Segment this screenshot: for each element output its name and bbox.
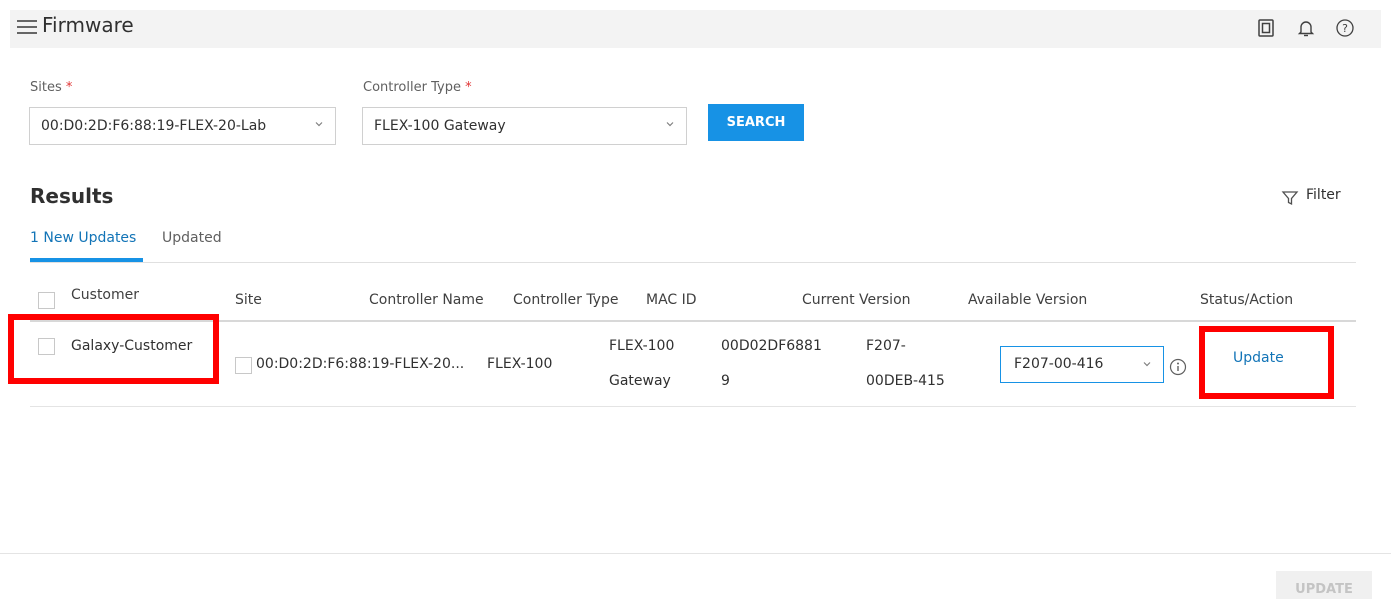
sites-label: Sites * [30,80,72,95]
site-checkbox[interactable] [235,357,252,374]
column-header-status-action[interactable]: Status/Action [1200,292,1293,308]
page-title: Firmware [42,13,134,37]
search-button[interactable]: SEARCH [708,104,804,141]
header: Firmware ? [10,10,1381,48]
tab-divider [30,262,1356,263]
cell-site: 00:D0:2D:F6:88:19-FLEX-20... [256,356,465,372]
required-mark: * [65,80,73,95]
cell-mac-line2: 9 [721,373,730,389]
tablet-icon[interactable] [1256,18,1276,38]
cell-current-version-line2: 00DEB-415 [866,373,945,389]
chevron-down-icon [1143,362,1151,367]
column-header-available-version[interactable]: Available Version [968,292,1087,308]
menu-icon[interactable] [17,20,37,34]
update-button[interactable]: UPDATE [1276,571,1372,599]
chevron-down-icon [666,122,674,127]
controller-type-select-value: FLEX-100 Gateway [374,118,506,134]
column-header-customer[interactable]: Customer [71,287,139,303]
footer-divider [0,553,1391,554]
cell-controller-name: FLEX-100 [487,356,553,372]
column-header-site[interactable]: Site [235,292,262,308]
column-header-controller-type[interactable]: Controller Type [513,292,618,308]
available-version-select[interactable]: F207-00-416 [1000,346,1164,383]
column-header-controller-name[interactable]: Controller Name [369,292,484,308]
tab-new-updates[interactable]: 1 New Updates [30,230,136,246]
bell-icon[interactable] [1296,18,1316,38]
highlight-box-update [1199,326,1334,399]
controller-type-label: Controller Type * [363,80,472,95]
top-bar: Firmware ? [0,0,1391,63]
column-header-mac-id[interactable]: MAC ID [646,292,697,308]
info-icon[interactable] [1169,358,1187,376]
tab-updated[interactable]: Updated [162,230,222,246]
sites-select-value: 00:D0:2D:F6:88:19-FLEX-20-Lab [41,118,267,134]
help-icon[interactable]: ? [1335,18,1355,38]
cell-controller-type-line1: FLEX-100 [609,338,675,354]
chevron-down-icon [315,122,323,127]
column-header-current-version[interactable]: Current Version [802,292,911,308]
header-divider [30,320,1356,322]
svg-text:?: ? [1342,22,1348,35]
controller-type-select[interactable]: FLEX-100 Gateway [362,107,687,145]
cell-current-version-line1: F207- [866,338,906,354]
controller-type-label-text: Controller Type [363,80,461,95]
sites-label-text: Sites [30,80,62,95]
filter-icon[interactable] [1281,189,1299,207]
cell-controller-type-line2: Gateway [609,373,671,389]
row-divider [30,406,1356,407]
sites-select[interactable]: 00:D0:2D:F6:88:19-FLEX-20-Lab [29,107,336,145]
results-title: Results [30,184,114,208]
required-mark: * [465,80,472,95]
cell-mac-line1: 00D02DF6881 [721,338,822,354]
available-version-value: F207-00-416 [1014,356,1104,372]
filter-button[interactable]: Filter [1306,187,1341,203]
highlight-box-customer [8,314,219,384]
select-all-checkbox[interactable] [38,292,55,309]
